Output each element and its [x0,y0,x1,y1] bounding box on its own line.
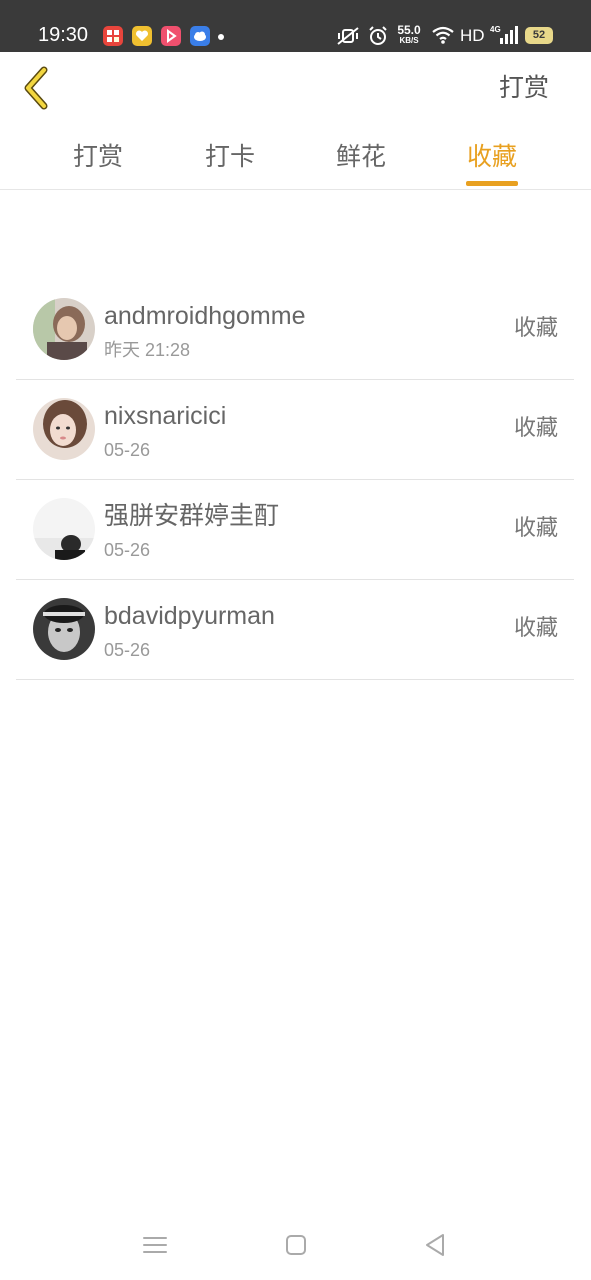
tab-favorites[interactable]: 收藏 [452,140,532,174]
chevron-left-icon [24,66,48,110]
item-time: 昨天 21:28 [104,340,191,360]
signal-icon: 4G [490,24,518,50]
list-item[interactable]: 强胼安群婷圭酊 05-26 收藏 [16,480,574,580]
back-triangle-icon [426,1234,444,1256]
battery-indicator: 52 [525,27,553,44]
favorite-label: 收藏 [513,316,558,341]
favorite-label: 收藏 [513,616,558,641]
user-name: andmroidhgomme [104,302,306,330]
avatar[interactable] [33,598,95,660]
home-button[interactable] [281,1230,311,1260]
user-name: 强胼安群婷圭酊 [104,502,280,530]
tab-checkin[interactable]: 打卡 [190,140,270,174]
favorites-list: andmroidhgomme 昨天 21:28 收藏 nixsnaricici … [16,280,574,680]
svg-text:4G: 4G [490,25,501,34]
status-time: 19:30 [38,24,89,46]
system-nav-bar [0,1210,591,1280]
app-yellow-heart-icon [132,26,152,46]
net-speed: 55.0 KB/S [392,24,426,46]
mute-vibrate-icon [336,25,360,51]
list-item[interactable]: bdavidpyurman 05-26 收藏 [16,580,574,680]
status-bar: 19:30 55.0 KB/S HD 4G 52 [0,0,591,52]
favorite-label: 收藏 [513,416,558,441]
header: 打赏 [0,52,591,126]
list-item[interactable]: andmroidhgomme 昨天 21:28 收藏 [16,280,574,380]
tab-bar: 打赏 打卡 鲜花 收藏 [0,126,591,190]
favorite-label: 收藏 [513,516,558,541]
nav-back-button[interactable] [421,1230,451,1260]
home-square-icon [286,1235,306,1255]
menu-button[interactable] [140,1230,170,1260]
avatar[interactable] [33,398,95,460]
active-tab-indicator [466,181,518,186]
app-pink-play-icon [161,26,181,46]
net-speed-value: 55.0 [397,23,421,37]
item-time: 05-26 [104,440,151,460]
menu-icon [143,1237,167,1253]
tab-flowers[interactable]: 鲜花 [321,140,401,174]
avatar[interactable] [33,498,95,560]
reward-button[interactable]: 打赏 [499,72,549,104]
net-speed-unit: KB/S [399,36,419,45]
item-time: 05-26 [104,640,151,660]
app-red-icon [103,26,123,46]
network-hd-label: HD [460,26,485,45]
notification-dot [218,34,224,40]
back-button[interactable] [20,66,60,110]
tab-reward[interactable]: 打赏 [58,140,138,174]
alarm-icon [368,25,388,51]
app-blue-cloud-icon [190,26,210,46]
user-name: bdavidpyurman [104,602,275,630]
item-time: 05-26 [104,540,151,560]
avatar[interactable] [33,298,95,360]
list-item[interactable]: nixsnaricici 05-26 收藏 [16,380,574,480]
wifi-icon [431,25,455,49]
user-name: nixsnaricici [104,402,227,430]
